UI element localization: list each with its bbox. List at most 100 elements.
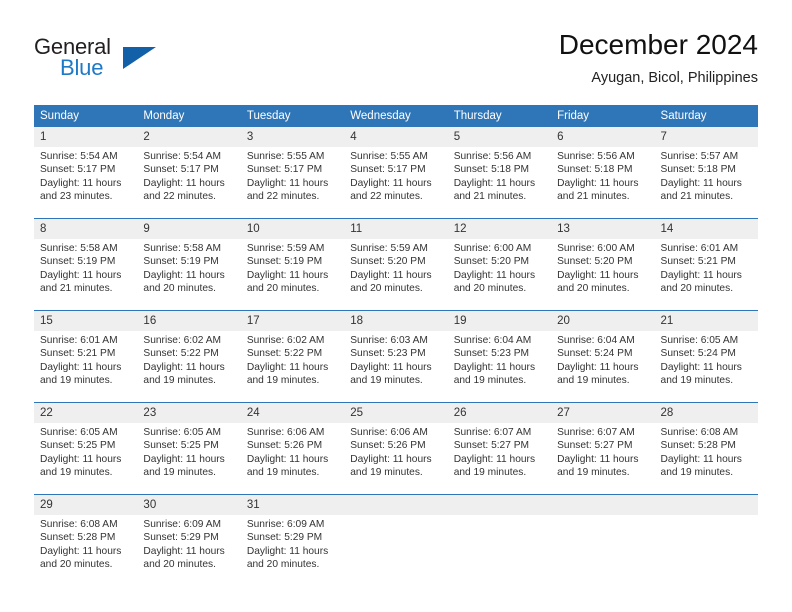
daylight-text-line1: Daylight: 11 hours — [453, 361, 536, 373]
day-number — [551, 495, 655, 515]
day-details: Sunrise: 5:57 AM Sunset: 5:18 PM Daylight:… — [654, 147, 758, 218]
calendar-day-cell-empty — [344, 494, 448, 586]
calendar-day-cell[interactable]: 27 Sunrise: 6:07 AM Sunset: 5:27 PM Dayligh… — [551, 402, 655, 495]
calendar-day-cell[interactable]: 19 Sunrise: 6:04 AM Sunset: 5:23 PM Dayligh… — [447, 310, 552, 403]
day-number: 3 — [240, 127, 345, 147]
calendar-day-cell[interactable]: 10 Sunrise: 5:59 AM Sunset: 5:19 PM Dayligh… — [240, 218, 345, 311]
sunset-text: Sunset: 5:27 PM — [557, 440, 633, 452]
day-number — [344, 495, 448, 515]
calendar-day-cell[interactable]: 9 Sunrise: 5:58 AM Sunset: 5:19 PM Daylight… — [137, 218, 241, 311]
sunset-text: Sunset: 5:25 PM — [40, 440, 116, 452]
day-number: 9 — [137, 219, 241, 239]
calendar-day-cell[interactable]: 12 Sunrise: 6:00 AM Sunset: 5:20 PM Dayligh… — [447, 218, 552, 311]
day-details: Sunrise: 5:54 AM Sunset: 5:17 PM Daylight:… — [137, 147, 241, 218]
calendar-page: General Blue December 2024 Ayugan, Bicol… — [0, 0, 792, 612]
calendar-day-cell[interactable]: 17 Sunrise: 6:02 AM Sunset: 5:22 PM Dayligh… — [240, 310, 345, 403]
calendar-day-cell[interactable]: 2 Sunrise: 5:54 AM Sunset: 5:17 PM Daylight… — [137, 127, 241, 219]
calendar-day-cell[interactable]: 24 Sunrise: 6:06 AM Sunset: 5:26 PM Dayligh… — [240, 402, 345, 495]
calendar-day-cell[interactable]: 6 Sunrise: 5:56 AM Sunset: 5:18 PM Daylight… — [551, 127, 655, 219]
sunset-text: Sunset: 5:20 PM — [453, 256, 530, 268]
sunset-text: Sunset: 5:19 PM — [246, 256, 323, 268]
daylight-text-line1: Daylight: 11 hours — [143, 545, 225, 557]
day-number: 23 — [137, 403, 241, 423]
sunrise-text: Sunrise: 5:55 AM — [350, 151, 428, 162]
sunrise-text: Sunrise: 5:57 AM — [660, 151, 739, 162]
daylight-text-line2: and 19 minutes. — [350, 466, 423, 478]
sunset-text: Sunset: 5:20 PM — [557, 256, 633, 268]
calendar-day-cell[interactable]: 23 Sunrise: 6:05 AM Sunset: 5:25 PM Dayligh… — [137, 402, 241, 495]
daylight-text-line1: Daylight: 11 hours — [143, 453, 225, 465]
calendar-day-cell[interactable]: 18 Sunrise: 6:03 AM Sunset: 5:23 PM Dayligh… — [344, 310, 448, 403]
weekday-header-friday: Friday — [551, 105, 655, 127]
calendar-day-cell[interactable]: 20 Sunrise: 6:04 AM Sunset: 5:24 PM Dayligh… — [551, 310, 655, 403]
calendar-day-cell[interactable]: 21 Sunrise: 6:05 AM Sunset: 5:24 PM Dayligh… — [654, 310, 758, 403]
day-number: 17 — [240, 311, 345, 331]
calendar-day-cell[interactable]: 8 Sunrise: 5:58 AM Sunset: 5:19 PM Daylight… — [34, 218, 138, 311]
sunset-text: Sunset: 5:20 PM — [350, 256, 426, 268]
day-details: Sunrise: 5:55 AM Sunset: 5:17 PM Daylight:… — [344, 147, 448, 218]
daylight-text-line1: Daylight: 11 hours — [453, 453, 536, 465]
calendar-day-cell[interactable]: 7 Sunrise: 5:57 AM Sunset: 5:18 PM Daylight… — [654, 127, 758, 219]
calendar-day-cell[interactable]: 14 Sunrise: 6:01 AM Sunset: 5:21 PM Dayligh… — [654, 218, 758, 311]
day-details: Sunrise: 6:03 AM Sunset: 5:23 PM Daylight:… — [344, 331, 448, 402]
sunset-text: Sunset: 5:25 PM — [143, 440, 219, 452]
day-details: Sunrise: 6:06 AM Sunset: 5:26 PM Daylight:… — [240, 423, 345, 494]
day-number: 20 — [551, 311, 655, 331]
daylight-text-line1: Daylight: 11 hours — [557, 361, 639, 373]
calendar-day-cell[interactable]: 31 Sunrise: 6:09 AM Sunset: 5:29 PM Dayligh… — [240, 494, 345, 586]
calendar-week-row: 8 Sunrise: 5:58 AM Sunset: 5:19 PM Daylight… — [34, 218, 758, 311]
sunset-text: Sunset: 5:17 PM — [350, 164, 426, 176]
sunrise-text: Sunrise: 6:02 AM — [246, 335, 325, 346]
sunrise-text: Sunrise: 5:56 AM — [557, 151, 635, 162]
sunset-text: Sunset: 5:19 PM — [143, 256, 219, 268]
brand-logo[interactable]: General Blue — [34, 34, 234, 88]
calendar-day-cell[interactable]: 26 Sunrise: 6:07 AM Sunset: 5:27 PM Dayligh… — [447, 402, 552, 495]
day-details: Sunrise: 5:56 AM Sunset: 5:18 PM Daylight:… — [551, 147, 655, 218]
calendar-day-cell[interactable]: 5 Sunrise: 5:56 AM Sunset: 5:18 PM Daylight… — [447, 127, 552, 219]
sunset-text: Sunset: 5:22 PM — [246, 348, 323, 360]
sunset-text: Sunset: 5:29 PM — [246, 532, 323, 544]
calendar-day-cell-empty — [551, 494, 655, 586]
day-number: 15 — [34, 311, 138, 331]
sunset-text: Sunset: 5:24 PM — [557, 348, 633, 360]
daylight-text-line2: and 20 minutes. — [40, 558, 113, 570]
daylight-text-line2: and 22 minutes. — [246, 190, 320, 202]
calendar-day-cell[interactable]: 22 Sunrise: 6:05 AM Sunset: 5:25 PM Dayligh… — [34, 402, 138, 495]
sunrise-text: Sunrise: 6:04 AM — [453, 335, 532, 346]
day-details: Sunrise: 6:06 AM Sunset: 5:26 PM Daylight:… — [344, 423, 448, 494]
sunrise-text: Sunrise: 6:09 AM — [246, 519, 325, 530]
calendar-day-cell[interactable]: 13 Sunrise: 6:00 AM Sunset: 5:20 PM Dayligh… — [551, 218, 655, 311]
daylight-text-line1: Daylight: 11 hours — [557, 453, 639, 465]
calendar-day-cell[interactable]: 15 Sunrise: 6:01 AM Sunset: 5:21 PM Dayligh… — [34, 310, 138, 403]
day-details: Sunrise: 5:55 AM Sunset: 5:17 PM Daylight:… — [240, 147, 345, 218]
daylight-text-line1: Daylight: 11 hours — [246, 453, 329, 465]
sunrise-text: Sunrise: 6:09 AM — [143, 519, 222, 530]
calendar-day-cell[interactable]: 1 Sunrise: 5:54 AM Sunset: 5:17 PM Daylight… — [34, 127, 138, 219]
day-details: Sunrise: 6:07 AM Sunset: 5:27 PM Daylight:… — [447, 423, 552, 494]
daylight-text-line1: Daylight: 11 hours — [40, 361, 122, 373]
calendar-day-cell[interactable]: 28 Sunrise: 6:08 AM Sunset: 5:28 PM Dayligh… — [654, 402, 758, 495]
sunset-text: Sunset: 5:28 PM — [40, 532, 116, 544]
calendar-week-row: 1 Sunrise: 5:54 AM Sunset: 5:17 PM Daylight… — [34, 127, 758, 219]
day-number: 18 — [344, 311, 448, 331]
day-details: Sunrise: 5:58 AM Sunset: 5:19 PM Daylight:… — [34, 239, 138, 310]
day-number: 24 — [240, 403, 345, 423]
sunset-text: Sunset: 5:29 PM — [143, 532, 219, 544]
day-details: Sunrise: 6:08 AM Sunset: 5:28 PM Daylight:… — [34, 515, 138, 586]
weekday-header-row: Sunday Monday Tuesday Wednesday Thursday Frid… — [34, 105, 758, 127]
calendar-day-cell[interactable]: 30 Sunrise: 6:09 AM Sunset: 5:29 PM Dayligh… — [137, 494, 241, 586]
daylight-text-line2: and 20 minutes. — [660, 282, 734, 294]
day-number: 8 — [34, 219, 138, 239]
day-details: Sunrise: 5:59 AM Sunset: 5:20 PM Daylight:… — [344, 239, 448, 310]
daylight-text-line2: and 20 minutes. — [143, 282, 216, 294]
calendar-day-cell[interactable]: 3 Sunrise: 5:55 AM Sunset: 5:17 PM Daylight… — [240, 127, 345, 219]
sunset-text: Sunset: 5:28 PM — [660, 440, 736, 452]
calendar-day-cell[interactable]: 16 Sunrise: 6:02 AM Sunset: 5:22 PM Dayligh… — [137, 310, 241, 403]
sunrise-text: Sunrise: 6:01 AM — [40, 335, 118, 346]
calendar-day-cell[interactable]: 25 Sunrise: 6:06 AM Sunset: 5:26 PM Dayligh… — [344, 402, 448, 495]
calendar-day-cell[interactable]: 4 Sunrise: 5:55 AM Sunset: 5:17 PM Daylight… — [344, 127, 448, 219]
calendar-day-cell[interactable]: 11 Sunrise: 5:59 AM Sunset: 5:20 PM Dayligh… — [344, 218, 448, 311]
calendar-day-cell[interactable]: 29 Sunrise: 6:08 AM Sunset: 5:28 PM Dayligh… — [34, 494, 138, 586]
day-details: Sunrise: 5:59 AM Sunset: 5:19 PM Daylight:… — [240, 239, 345, 310]
sunrise-text: Sunrise: 6:03 AM — [350, 335, 428, 346]
